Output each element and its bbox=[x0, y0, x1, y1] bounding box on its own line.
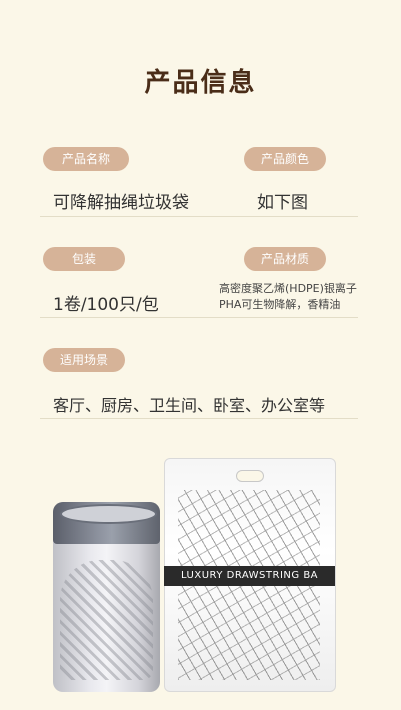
product-name-value: 可降解抽绳垃圾袋 bbox=[53, 193, 189, 213]
product-name-label: 产品名称 bbox=[43, 147, 129, 171]
page-title: 产品信息 bbox=[144, 68, 257, 98]
package-value: 1卷/100只/包 bbox=[53, 295, 159, 315]
package-label: 包装 bbox=[43, 247, 125, 271]
hang-hole bbox=[236, 470, 264, 482]
roll-top bbox=[60, 504, 157, 524]
product-color-label: 产品颜色 bbox=[244, 147, 326, 171]
product-color-value: 如下图 bbox=[257, 193, 308, 213]
material-value-line2: PHA可生物降解，香精油 bbox=[219, 298, 341, 311]
scene-label: 适用场景 bbox=[43, 348, 125, 372]
divider bbox=[40, 317, 358, 318]
roll-pattern bbox=[60, 560, 153, 680]
bag-band-text: LUXURY DRAWSTRING BA bbox=[164, 566, 335, 586]
scene-value: 客厅、厨房、卫生间、卧室、办公室等 bbox=[53, 396, 326, 415]
material-label: 产品材质 bbox=[244, 247, 326, 271]
divider bbox=[40, 216, 358, 217]
divider bbox=[40, 418, 358, 419]
material-value-line1: 高密度聚乙烯(HDPE)银离子 bbox=[219, 282, 357, 295]
